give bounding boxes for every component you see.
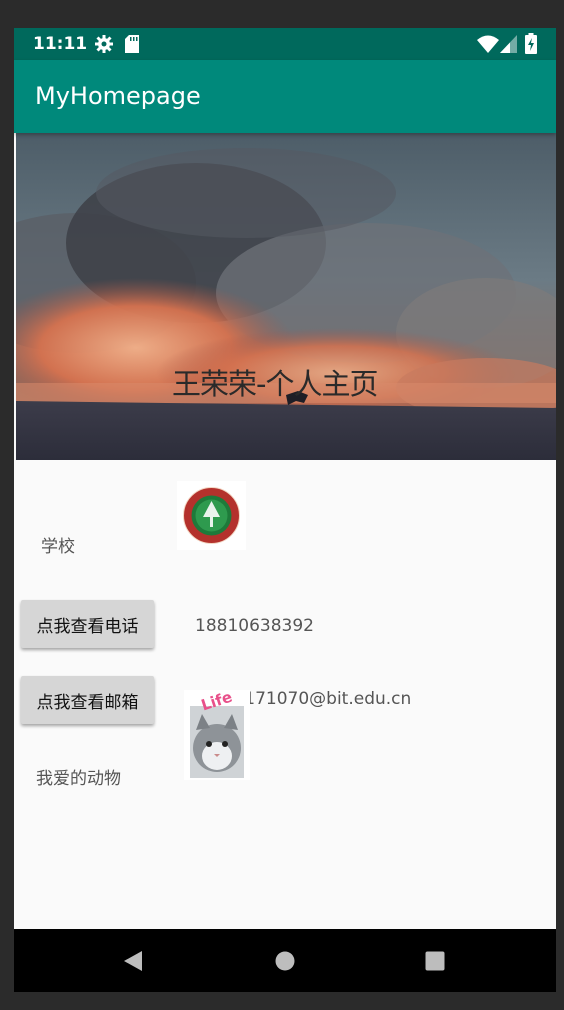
home-icon[interactable]	[274, 949, 296, 977]
phone-number-text: 18810638392	[195, 616, 314, 636]
page-heading: 王荣荣-个人主页	[172, 367, 378, 401]
back-icon[interactable]	[122, 949, 144, 977]
profile-content: 学校 点我查看电话 18810638392 点我查看邮箱 2120171070@…	[14, 460, 556, 929]
school-logo-image	[177, 481, 246, 550]
status-time: 11:11	[33, 34, 88, 54]
sd-card-icon	[125, 35, 139, 57]
battery-charging-icon	[525, 33, 537, 58]
status-bar: 11:11	[14, 28, 556, 60]
school-label: 学校	[41, 537, 75, 557]
view-email-button[interactable]: 点我查看邮箱	[21, 676, 154, 724]
view-phone-button[interactable]: 点我查看电话	[21, 600, 154, 648]
app-title: MyHomepage	[35, 82, 201, 110]
wifi-icon	[477, 35, 499, 57]
cat-image: Life	[184, 688, 250, 780]
navigation-bar	[14, 929, 556, 992]
gear-icon	[94, 34, 114, 58]
signal-icon	[500, 35, 517, 57]
app-bar: MyHomepage	[14, 60, 556, 133]
header-banner-image: 王荣荣-个人主页	[16, 133, 556, 460]
phone-screen: 11:11 MyHomepage 王荣荣-个人主页 学校 点我查看电话 1881…	[14, 28, 556, 992]
favorite-animal-label: 我爱的动物	[36, 769, 121, 789]
recents-icon[interactable]	[424, 949, 446, 977]
smoke-landscape-illustration	[16, 133, 556, 460]
